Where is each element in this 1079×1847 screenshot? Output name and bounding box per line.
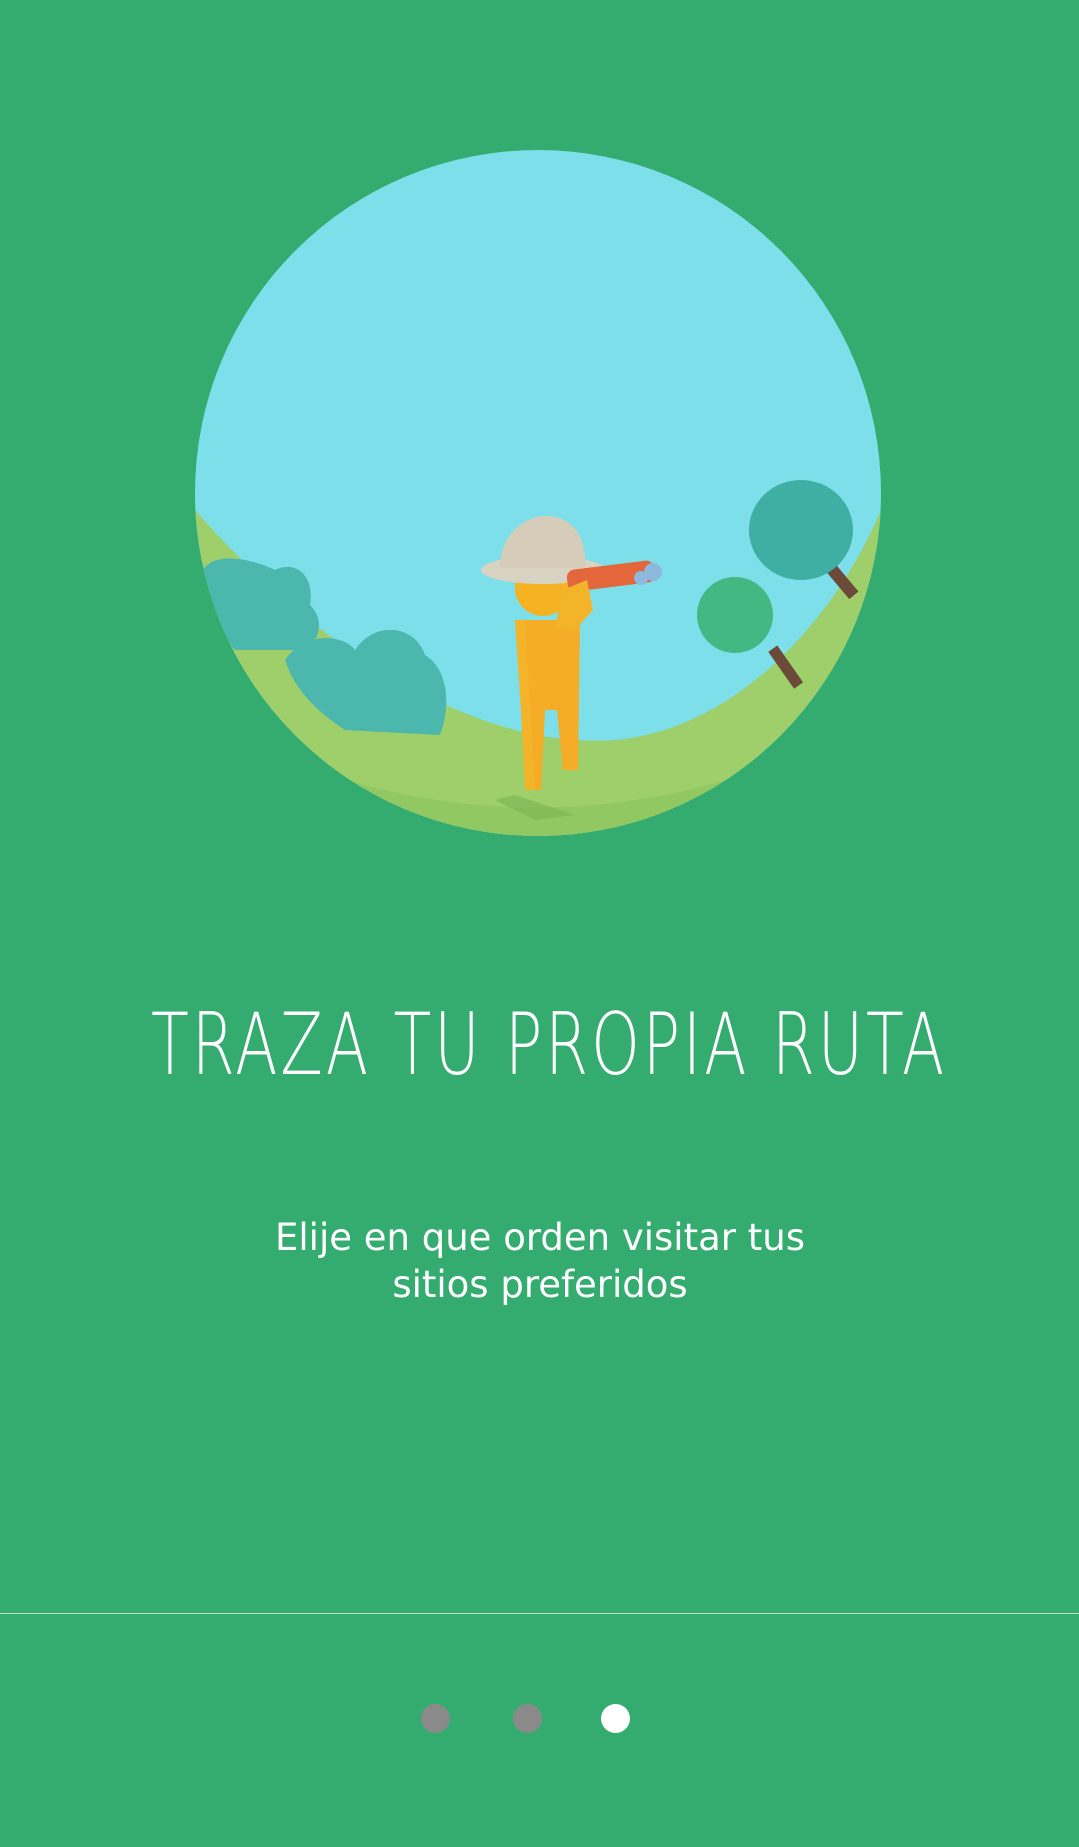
footer-divider bbox=[0, 1613, 1079, 1614]
page-indicator bbox=[0, 1704, 1079, 1734]
explorer-illustration bbox=[195, 150, 881, 836]
onboarding-title: TRAZA TU PROPIA RUTA bbox=[151, 995, 948, 1095]
page-dot-1[interactable] bbox=[421, 1704, 450, 1733]
explorer-binoculars-icon bbox=[195, 150, 881, 836]
page-dot-2[interactable] bbox=[513, 1704, 542, 1733]
page-dot-3-active[interactable] bbox=[601, 1704, 630, 1733]
onboarding-subtitle: Elije en que orden visitar tus sitios pr… bbox=[275, 1216, 805, 1306]
